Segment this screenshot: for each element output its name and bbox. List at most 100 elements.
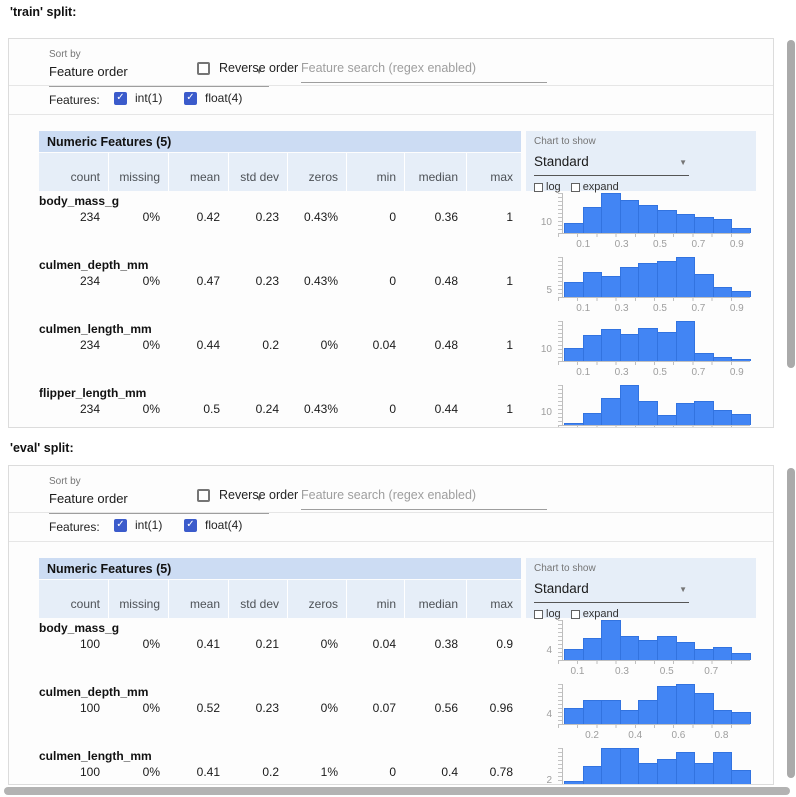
table-column-headers: count missing mean std dev zeros min med… — [39, 580, 521, 618]
reverse-order-checkbox[interactable]: Reverse order — [197, 61, 298, 75]
histogram-y-axis — [558, 748, 563, 785]
histogram-x-axis-labels: 0.10.30.50.70.9 — [564, 239, 756, 251]
histogram-bar — [657, 686, 677, 724]
x-tick-label: 0.1 — [576, 303, 590, 314]
histogram-bar — [620, 636, 640, 660]
train-vertical-scrollbar[interactable] — [787, 40, 795, 368]
chart-type-select[interactable]: Standard ▼ — [534, 577, 689, 603]
histogram-bar — [620, 334, 640, 361]
histogram-bar — [601, 620, 621, 660]
histogram-y-axis — [558, 385, 563, 426]
horizontal-scrollbar[interactable] — [4, 787, 790, 795]
reverse-order-label: Reverse order — [219, 61, 298, 75]
histogram-bar — [731, 414, 751, 425]
checkbox-checked-icon — [184, 519, 197, 532]
histogram-bar — [601, 700, 621, 724]
histogram-bar — [601, 398, 621, 425]
column-header-count: count — [39, 580, 108, 618]
histogram-bar — [676, 257, 696, 297]
column-header-count: count — [39, 153, 108, 191]
column-header-median: median — [404, 580, 466, 618]
column-header-missing: missing — [108, 580, 168, 618]
histogram-bar — [638, 763, 658, 785]
train-facets-panel: Sort by Feature order ▼ Reverse order Fe… — [8, 38, 774, 428]
x-tick-label: 0.8 — [714, 730, 728, 741]
feature-search-placeholder: Feature search (regex enabled) — [301, 61, 476, 75]
histogram-bar — [564, 649, 584, 660]
column-header-max: max — [466, 580, 521, 618]
histogram-bar — [583, 207, 603, 233]
sort-by-value: Feature order — [49, 491, 128, 506]
histogram-bar — [583, 638, 603, 660]
eval-vertical-scrollbar[interactable] — [787, 468, 795, 778]
histogram-bar — [657, 415, 677, 425]
histogram-bar — [601, 276, 621, 297]
x-tick-label: 0.5 — [653, 303, 667, 314]
histogram-bar — [601, 748, 621, 785]
histogram-y-axis — [558, 257, 563, 298]
column-header-stddev: std dev — [228, 580, 287, 618]
checkbox-checked-icon — [184, 92, 197, 105]
column-header-missing: missing — [108, 153, 168, 191]
feature-search-input[interactable]: Feature search (regex enabled) — [301, 59, 547, 83]
x-tick-label: 0.5 — [653, 239, 667, 250]
histogram-bar — [657, 332, 677, 361]
histogram-x-axis — [558, 660, 750, 664]
dropdown-arrow-icon: ▼ — [679, 158, 687, 167]
histogram-y-axis-label: 10 — [526, 217, 552, 228]
histogram-bar — [676, 642, 696, 660]
histogram-bar — [620, 748, 640, 785]
histogram-bar — [694, 649, 714, 660]
x-tick-label: 0.1 — [570, 666, 584, 677]
histogram-bar — [676, 684, 696, 724]
histogram-bar — [583, 700, 603, 724]
histogram-y-axis — [558, 193, 563, 234]
x-tick-label: 0.1 — [576, 239, 590, 250]
histogram-bar — [694, 401, 714, 425]
checkbox-unchecked-icon — [197, 489, 210, 502]
sort-by-value: Feature order — [49, 64, 128, 79]
histogram-bar — [731, 770, 751, 785]
x-tick-label: 0.2 — [585, 730, 599, 741]
x-tick-label: 0.3 — [615, 303, 629, 314]
column-header-mean: mean — [168, 153, 228, 191]
column-header-min: min — [346, 580, 404, 618]
tfdv-statistics-page: 'train' split: Sort by Feature order ▼ R… — [0, 0, 796, 797]
column-header-max: max — [466, 153, 521, 191]
chart-type-select[interactable]: Standard ▼ — [534, 150, 689, 176]
histogram-bar — [694, 763, 714, 785]
histogram-bar — [583, 335, 603, 361]
histogram-train-culmen_depth_mm: 5 0.10.30.50.70.9 — [526, 253, 756, 317]
histogram-x-axis-labels: 0.10.30.50.70.9 — [564, 303, 756, 315]
histogram-bar — [638, 401, 658, 425]
feature-row-culmen_depth_mm: culmen_depth_mm 2340%0.470.230.43%00.481 — [39, 255, 521, 319]
chart-to-show-caption: Chart to show — [534, 136, 748, 147]
features-label: Features: — [49, 93, 100, 107]
feature-type-checkbox-int[interactable]: int(1) — [114, 91, 162, 105]
histogram-bar — [676, 214, 696, 233]
feature-type-checkbox-float[interactable]: float(4) — [184, 91, 242, 105]
feature-type-checkbox-float[interactable]: float(4) — [184, 518, 242, 532]
feature-search-placeholder: Feature search (regex enabled) — [301, 488, 476, 502]
histogram-bar — [676, 403, 696, 425]
histogram-train-flipper_length_mm: 10 — [526, 381, 756, 428]
dropdown-arrow-icon: ▼ — [679, 585, 687, 594]
histogram-y-axis — [558, 620, 563, 661]
x-tick-label: 0.1 — [576, 367, 590, 378]
x-tick-label: 0.4 — [628, 730, 642, 741]
feature-search-input[interactable]: Feature search (regex enabled) — [301, 486, 547, 510]
histogram-bar — [638, 205, 658, 233]
histogram-bar — [713, 219, 733, 233]
histogram-bar — [694, 693, 714, 724]
histogram-y-axis-label: 2 — [526, 775, 552, 785]
histogram-bar — [638, 328, 658, 361]
column-header-median: median — [404, 153, 466, 191]
histogram-bar — [564, 223, 584, 233]
feature-type-checkbox-int[interactable]: int(1) — [114, 518, 162, 532]
histogram-x-axis — [558, 297, 750, 301]
column-header-zeros: zeros — [287, 580, 346, 618]
histogram-train-culmen_length_mm: 10 0.10.30.50.70.9 — [526, 317, 756, 381]
histogram-bar — [583, 413, 603, 425]
reverse-order-checkbox[interactable]: Reverse order — [197, 488, 298, 502]
histogram-bar — [601, 329, 621, 361]
